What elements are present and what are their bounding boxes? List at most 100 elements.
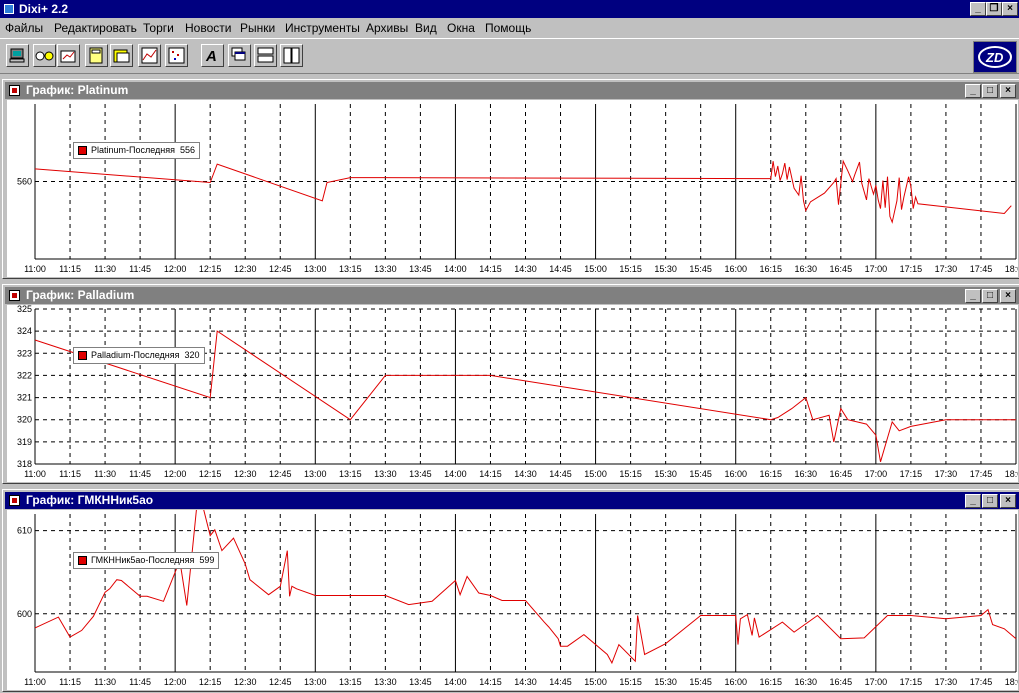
x-tick-label: 14:30 bbox=[514, 469, 537, 479]
y-tick-label: 320 bbox=[17, 415, 32, 425]
close-button[interactable]: × bbox=[1002, 2, 1018, 16]
glasses-button[interactable] bbox=[33, 44, 56, 67]
x-tick-label: 16:00 bbox=[724, 469, 747, 479]
menu-help[interactable]: Помощь bbox=[485, 21, 531, 35]
menu-archives[interactable]: Архивы bbox=[366, 21, 408, 35]
x-tick-label: 15:30 bbox=[654, 677, 677, 687]
legend-series: ГМКННик5ао-Последняя bbox=[91, 555, 195, 565]
x-tick-label: 11:45 bbox=[129, 677, 151, 687]
x-tick-label: 12:45 bbox=[269, 264, 292, 274]
chart-title-bar[interactable]: График: ГМКННик5ао _ □ × bbox=[5, 492, 1019, 509]
chart-minimize-button[interactable]: _ bbox=[965, 84, 981, 98]
chart-close-button[interactable]: × bbox=[1000, 289, 1016, 303]
calculator-button[interactable] bbox=[85, 44, 108, 67]
menu-view[interactable]: Вид bbox=[415, 21, 437, 35]
chart-maximize-button[interactable]: □ bbox=[982, 289, 998, 303]
menu-bar: Файлы Редактировать Торги Новости Рынки … bbox=[0, 18, 1019, 38]
chart-maximize-button[interactable]: □ bbox=[982, 494, 998, 508]
chart-title-bar[interactable]: График: Platinum _ □ × bbox=[5, 82, 1019, 99]
tile-vertical-button[interactable] bbox=[280, 44, 303, 67]
x-tick-label: 16:45 bbox=[830, 264, 853, 274]
chart-button[interactable] bbox=[138, 44, 161, 67]
x-tick-label: 15:15 bbox=[619, 469, 642, 479]
chart-minimize-button[interactable]: _ bbox=[965, 289, 981, 303]
menu-edit[interactable]: Редактировать bbox=[54, 21, 137, 35]
x-tick-label: 15:30 bbox=[654, 264, 677, 274]
x-tick-label: 14:15 bbox=[479, 264, 502, 274]
x-tick-label: 16:15 bbox=[759, 469, 782, 479]
dixi-logo: ZD bbox=[973, 41, 1017, 73]
x-tick-label: 12:15 bbox=[199, 469, 222, 479]
chart-window-platinum: График: Platinum _ □ × 11:00 11:15 11:30 11… bbox=[2, 79, 1019, 279]
menu-files[interactable]: Файлы bbox=[5, 21, 43, 35]
menu-markets[interactable]: Рынки bbox=[240, 21, 275, 35]
terminal-button[interactable] bbox=[6, 44, 29, 67]
text-tool-button[interactable]: A bbox=[201, 44, 224, 67]
x-tick-label: 15:00 bbox=[584, 469, 607, 479]
chart-svg: 11:00 11:15 11:30 11:45 12:00 12:15 12:30 12:45… bbox=[17, 488, 1019, 687]
x-tick-label: 12:30 bbox=[234, 677, 257, 687]
x-tick-label: 12:45 bbox=[269, 677, 292, 687]
chart-close-button[interactable]: × bbox=[1000, 84, 1016, 98]
menu-trades[interactable]: Торги bbox=[143, 21, 174, 35]
x-tick-label: 13:45 bbox=[409, 469, 432, 479]
orders-button[interactable] bbox=[110, 44, 133, 67]
chart-doc-icon bbox=[9, 290, 20, 301]
chart-svg: 11:00 11:15 11:30 11:45 12:00 12:15 12:30 12:45… bbox=[17, 304, 1019, 479]
x-tick-label: 11:00 bbox=[24, 264, 46, 274]
x-tick-label: 11:15 bbox=[59, 469, 81, 479]
menu-news[interactable]: Новости bbox=[185, 21, 231, 35]
x-tick-label: 13:30 bbox=[374, 469, 397, 479]
x-tick-label: 17:45 bbox=[970, 469, 993, 479]
legend-series: Platinum-Последняя bbox=[91, 145, 176, 155]
x-tick-label: 14:45 bbox=[549, 469, 572, 479]
series-line bbox=[34, 159, 1012, 224]
tile-horizontal-button[interactable] bbox=[254, 44, 277, 67]
x-tick-label: 14:45 bbox=[549, 677, 572, 687]
x-tick-label: 13:45 bbox=[409, 264, 432, 274]
scatter-icon bbox=[168, 47, 185, 64]
x-tick-label: 14:00 bbox=[444, 677, 467, 687]
terminal-icon bbox=[9, 48, 25, 63]
glasses-icon bbox=[35, 51, 54, 61]
chart-minimize-button[interactable]: _ bbox=[965, 494, 981, 508]
x-tick-label: 15:45 bbox=[689, 469, 712, 479]
legend-swatch bbox=[78, 556, 87, 566]
chart-title: График: ГМКННик5ао bbox=[26, 493, 154, 507]
x-tick-label: 11:45 bbox=[129, 264, 151, 274]
chart-plot-area[interactable]: 11:00 11:15 11:30 11:45 12:00 12:15 12:30 12:45… bbox=[7, 488, 1019, 690]
chart-window-palladium: График: Palladium _ □ × 11:00 11:15 11:30 1… bbox=[2, 284, 1019, 484]
x-tick-label: 11:00 bbox=[24, 677, 46, 687]
x-tick-label: 16:15 bbox=[759, 264, 782, 274]
x-tick-label: 11:30 bbox=[94, 677, 116, 687]
x-tick-label: 11:30 bbox=[94, 469, 116, 479]
x-tick-label: 11:15 bbox=[59, 677, 81, 687]
portfolio-button[interactable] bbox=[57, 44, 80, 67]
x-tick-label: 18:00 bbox=[1005, 469, 1018, 479]
minimize-button[interactable]: _ bbox=[970, 2, 986, 16]
chart-legend: Palladium-Последняя 320 bbox=[73, 347, 205, 364]
x-tick-label: 15:00 bbox=[584, 264, 607, 274]
chart-plot-area[interactable]: 11:00 11:15 11:30 11:45 12:00 12:15 12:30 12:45… bbox=[7, 100, 1019, 277]
chart-title-bar[interactable]: График: Palladium _ □ × bbox=[5, 287, 1019, 304]
chart-close-button[interactable]: × bbox=[1000, 494, 1016, 508]
scatter-button[interactable] bbox=[165, 44, 188, 67]
x-tick-label: 17:30 bbox=[935, 469, 958, 479]
chart-maximize-button[interactable]: □ bbox=[982, 84, 998, 98]
tile-vertical-icon bbox=[283, 47, 300, 64]
x-tick-label: 13:30 bbox=[374, 264, 397, 274]
menu-windows[interactable]: Окна bbox=[447, 21, 475, 35]
x-tick-label: 14:15 bbox=[479, 469, 502, 479]
x-tick-label: 14:30 bbox=[514, 264, 537, 274]
x-tick-label: 11:30 bbox=[94, 264, 116, 274]
x-tick-label: 15:15 bbox=[619, 677, 642, 687]
menu-tools[interactable]: Инструменты bbox=[285, 21, 360, 35]
x-tick-label: 16:30 bbox=[795, 469, 818, 479]
chart-doc-icon bbox=[9, 85, 20, 96]
cascade-button[interactable] bbox=[228, 44, 251, 67]
chart-plot-area[interactable]: 11:00 11:15 11:30 11:45 12:00 12:15 12:30 12:45… bbox=[7, 304, 1019, 482]
x-tick-label: 14:45 bbox=[549, 264, 572, 274]
x-tick-label: 17:00 bbox=[865, 677, 888, 687]
x-tick-label: 12:00 bbox=[164, 677, 187, 687]
restore-button[interactable]: ❐ bbox=[986, 2, 1002, 16]
